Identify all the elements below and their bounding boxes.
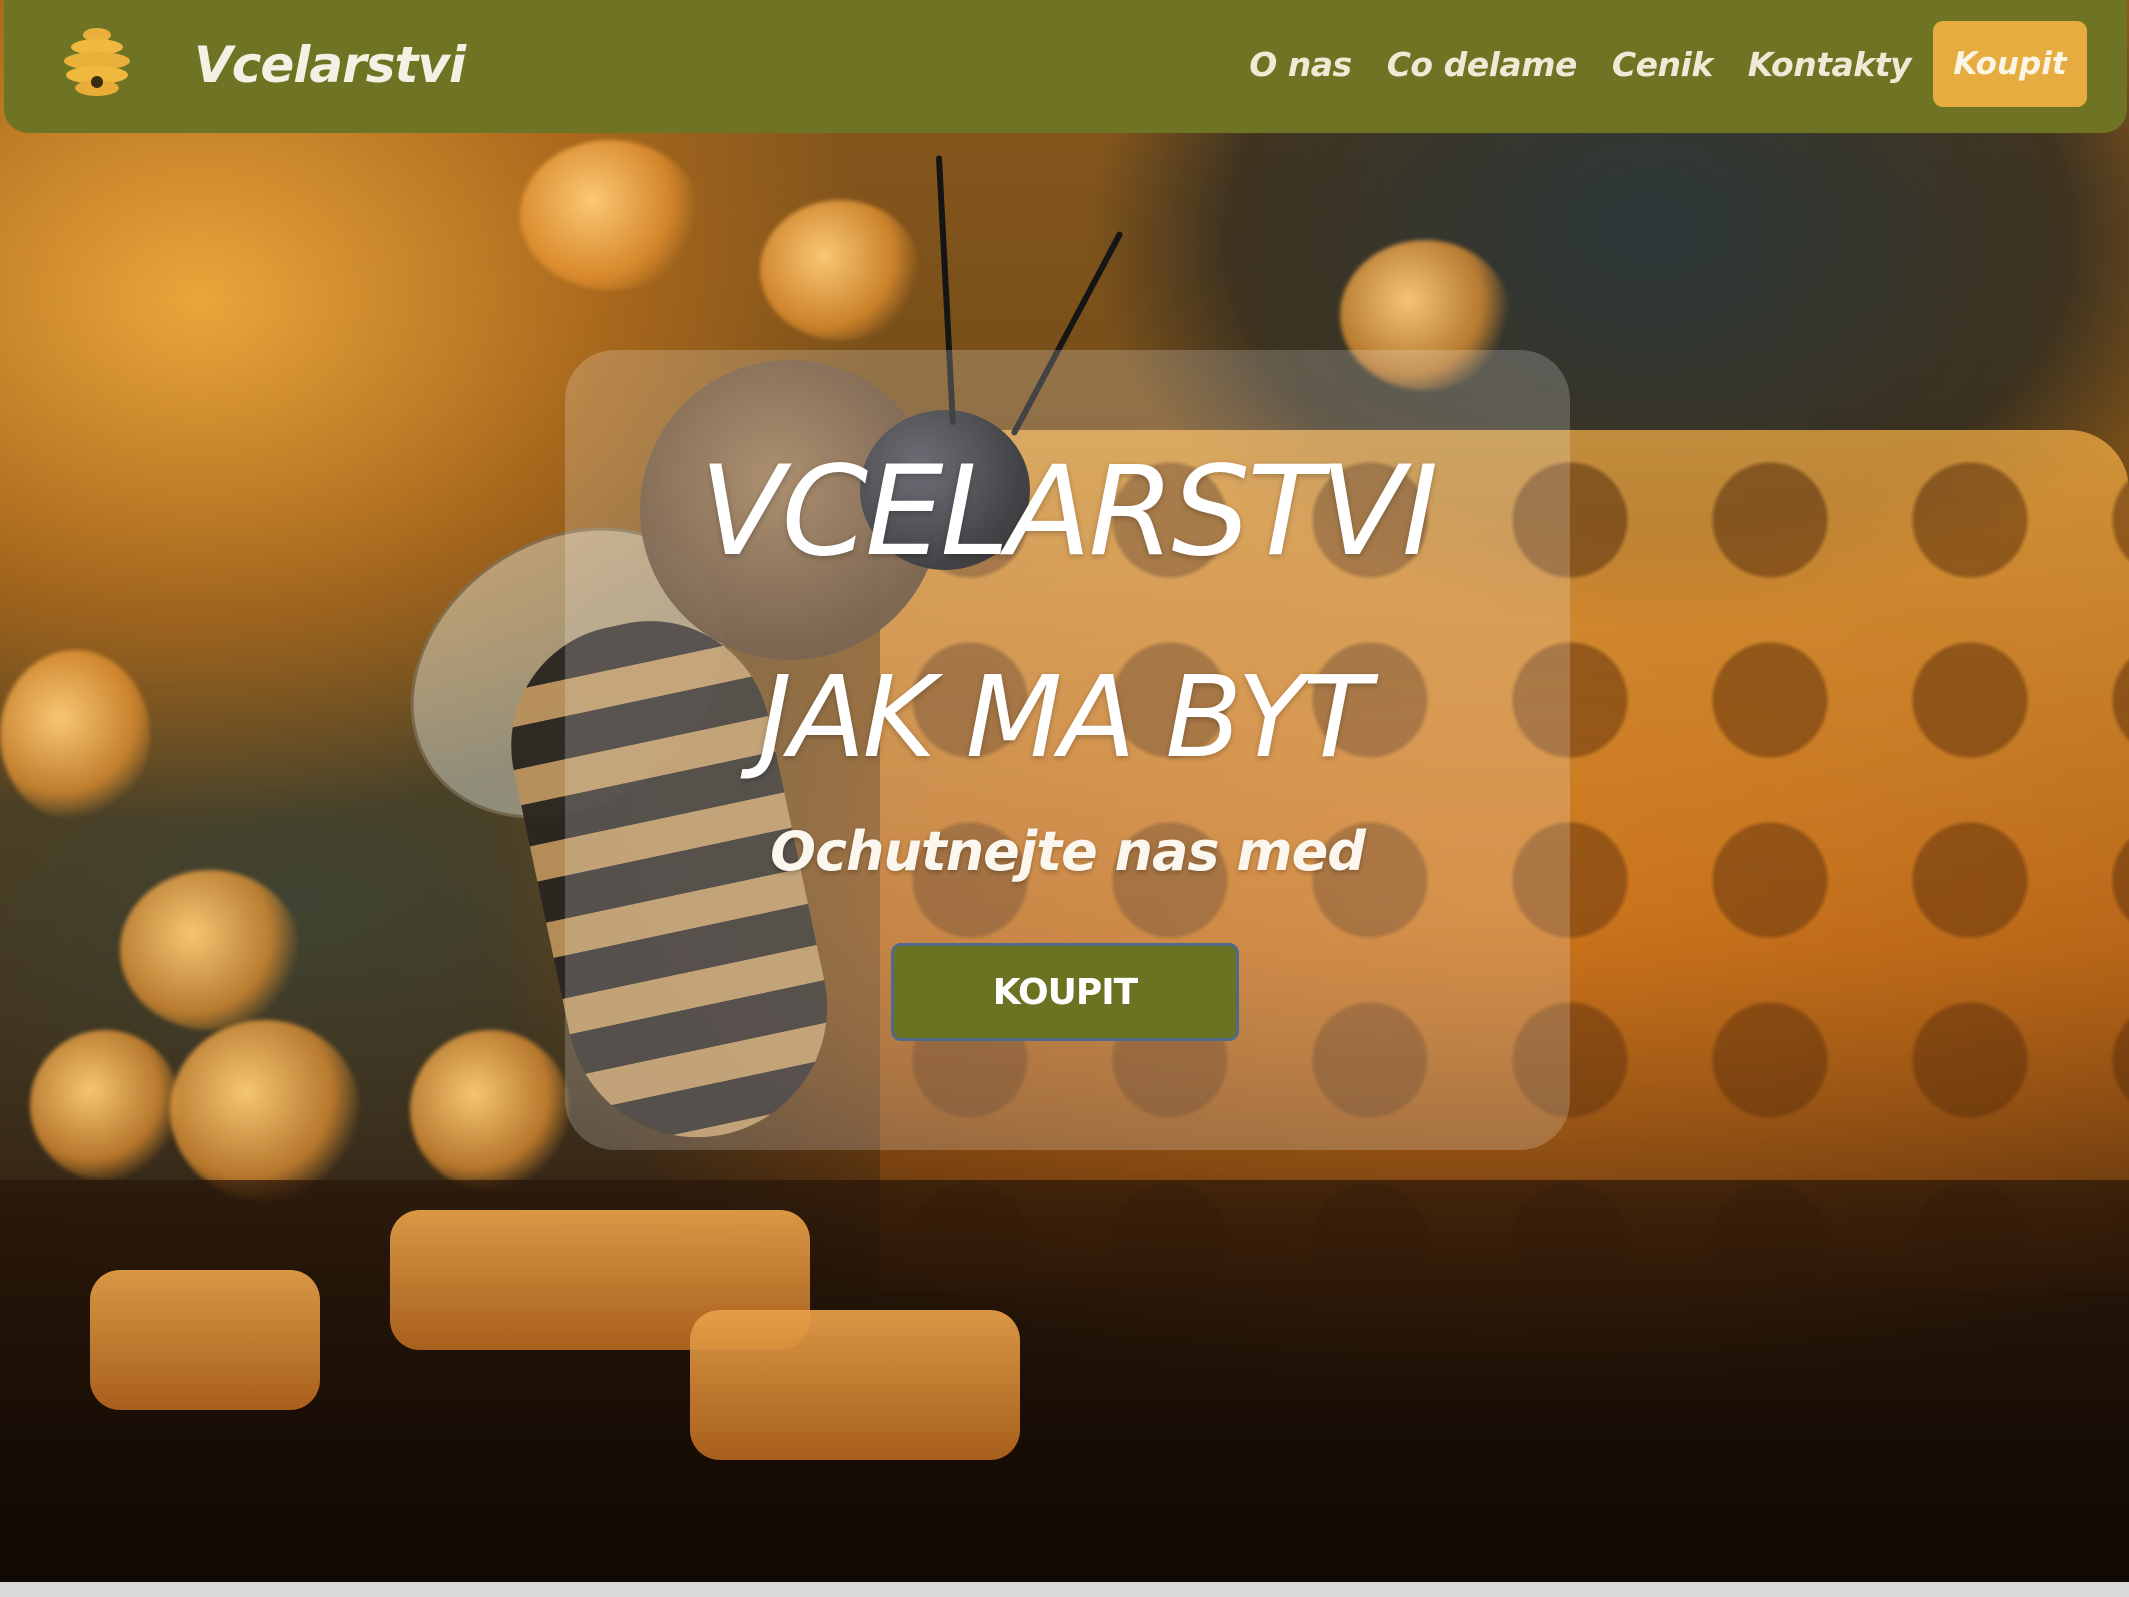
bokeh-light [30, 1030, 180, 1180]
honeycomb-piece [690, 1310, 1020, 1460]
hero-card: VCELARSTVI JAK MA BYT Ochutnejte nas med… [565, 350, 1570, 1150]
hero-title-line2: JAK MA BYT [758, 653, 1371, 783]
bokeh-light [520, 140, 700, 290]
nav-link-cenik[interactable]: Cenik [1612, 45, 1713, 84]
hero-title-line1: VCELARSTVI [699, 440, 1439, 584]
bokeh-light [0, 650, 150, 820]
brand-name[interactable]: Vcelarstvi [194, 36, 466, 94]
page-bottom-edge [0, 1582, 2129, 1597]
bokeh-light [170, 1020, 360, 1200]
honeycomb-piece [90, 1270, 320, 1410]
hero-buy-button[interactable]: KOUPIT [891, 943, 1239, 1041]
hero-subtitle: Ochutnejte nas med [770, 820, 1366, 883]
honey-puddle [0, 1180, 2129, 1597]
nav-link-co-delame[interactable]: Co delame [1387, 45, 1578, 84]
nav-link-o-nas[interactable]: O nas [1249, 45, 1352, 84]
nav-buy-button[interactable]: Koupit [1933, 21, 2087, 107]
beehive-icon[interactable] [62, 27, 132, 99]
bokeh-light [120, 870, 300, 1030]
top-navbar: Vcelarstvi O nas Co delame Cenik Kontakt… [4, 0, 2127, 133]
nav-menu: O nas Co delame Cenik Kontakty Koupit [1214, 20, 2087, 108]
page: Vcelarstvi O nas Co delame Cenik Kontakt… [0, 0, 2129, 1597]
nav-link-kontakty[interactable]: Kontakty [1748, 45, 1912, 84]
bokeh-light [410, 1030, 570, 1190]
bokeh-light [760, 200, 920, 340]
